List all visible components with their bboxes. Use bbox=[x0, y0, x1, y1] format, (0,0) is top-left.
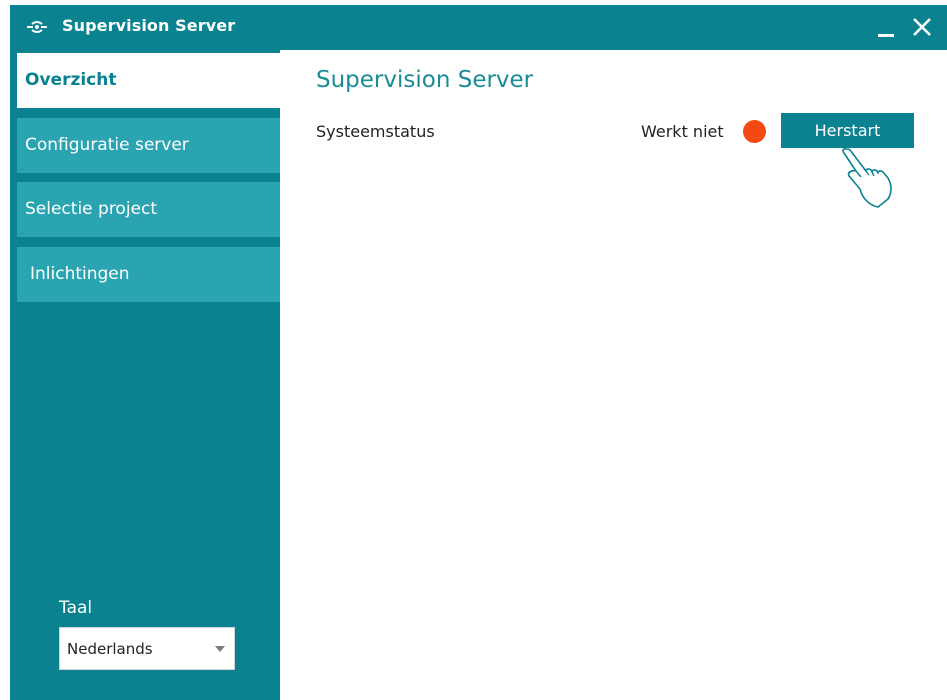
system-status-text: Werkt niet bbox=[641, 122, 724, 141]
minimize-icon bbox=[878, 34, 894, 37]
minimize-button[interactable] bbox=[872, 13, 900, 41]
sidebar-item-label: Configuratie server bbox=[25, 135, 189, 155]
sidebar-item-label: Inlichtingen bbox=[30, 264, 130, 284]
sidebar-item-inlichtingen[interactable]: Inlichtingen bbox=[17, 247, 280, 302]
title-bar: Supervision Server bbox=[10, 5, 947, 50]
restart-button[interactable]: Herstart bbox=[781, 113, 914, 148]
window-title: Supervision Server bbox=[62, 16, 236, 35]
sidebar-item-label: Selectie project bbox=[25, 199, 158, 219]
language-value: Nederlands bbox=[67, 640, 153, 658]
language-label: Taal bbox=[59, 598, 93, 618]
hand-pointer-icon bbox=[842, 148, 892, 208]
page-title: Supervision Server bbox=[316, 67, 534, 93]
system-status-label: Systeemstatus bbox=[316, 122, 435, 141]
supervision-logo-icon bbox=[27, 21, 47, 33]
sidebar-item-configuratie-server[interactable]: Configuratie server bbox=[17, 118, 280, 173]
close-button[interactable] bbox=[908, 13, 936, 41]
sidebar: Overzicht Configuratie server Selectie p… bbox=[10, 50, 280, 700]
close-icon bbox=[913, 18, 931, 36]
app-window: Supervision Server Overzicht Configurati… bbox=[10, 5, 947, 700]
sidebar-item-selectie-project[interactable]: Selectie project bbox=[17, 182, 280, 237]
sidebar-item-label: Overzicht bbox=[25, 70, 117, 90]
chevron-down-icon bbox=[215, 646, 225, 652]
language-select[interactable]: Nederlands bbox=[59, 627, 235, 670]
status-indicator-icon bbox=[743, 120, 766, 143]
sidebar-item-overzicht[interactable]: Overzicht bbox=[17, 53, 280, 108]
